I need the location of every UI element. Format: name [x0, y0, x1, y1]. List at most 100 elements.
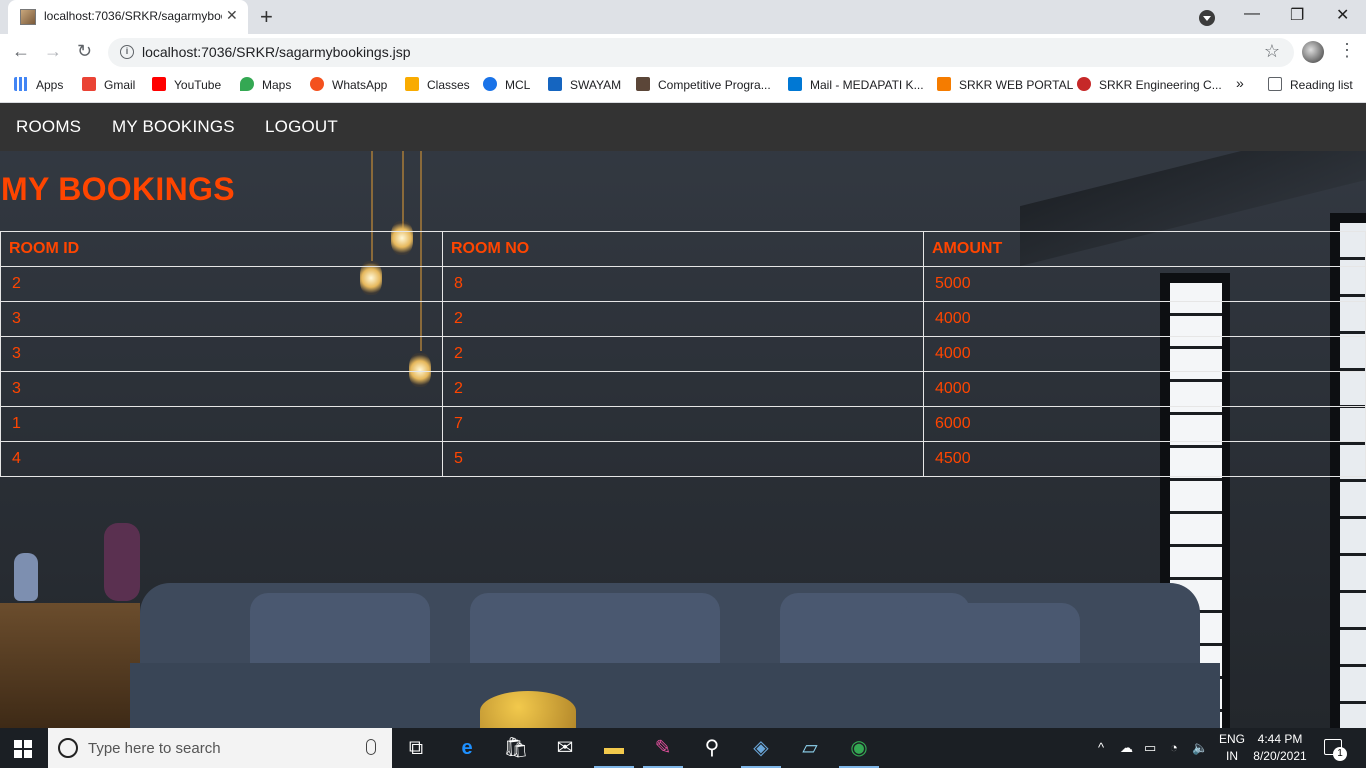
- bookmark-swayam[interactable]: SWAYAM: [548, 77, 621, 95]
- room-no-cell: 2: [442, 301, 924, 337]
- minimize-icon[interactable]: —: [1244, 5, 1260, 23]
- amount-cell: 4000: [923, 301, 1366, 337]
- forward-icon[interactable]: →: [44, 41, 62, 62]
- amount-cell: 4000: [923, 371, 1366, 407]
- table-header-row: ROOM ID ROOM NO AMOUNT: [0, 231, 1366, 267]
- reading-list-icon: [1268, 77, 1282, 91]
- browser-toolbar: ← → ↻ i localhost:7036/SRKR/sagarmybooki…: [0, 34, 1366, 70]
- bookmark-classes[interactable]: Classes: [405, 77, 470, 95]
- reading-list-button[interactable]: Reading list: [1268, 77, 1353, 95]
- bookmarks-bar: Apps Gmail YouTube Maps WhatsApp Classes…: [0, 70, 1366, 103]
- room-no-cell: 8: [442, 266, 924, 302]
- apps-grid-icon: [14, 77, 28, 91]
- gmail-icon: [82, 77, 96, 91]
- back-icon[interactable]: ←: [12, 41, 30, 62]
- column-header-room-id: ROOM ID: [0, 231, 443, 267]
- table-row: 3 2 4000: [0, 301, 1366, 337]
- bookmark-mcl[interactable]: MCL: [483, 77, 530, 95]
- taskbar-search-placeholder: Type here to search: [88, 740, 221, 757]
- bookmark-youtube[interactable]: YouTube: [152, 77, 221, 95]
- onedrive-icon[interactable]: ☁: [1120, 740, 1133, 756]
- store-icon[interactable]: 🛍: [502, 734, 530, 762]
- lang-code: ENG: [1218, 732, 1245, 746]
- system-clock[interactable]: 4:44 PM 8/20/2021: [1252, 731, 1308, 765]
- show-hidden-icons-icon[interactable]: ^: [1098, 740, 1104, 755]
- taskbar-search-box[interactable]: Type here to search: [48, 728, 392, 768]
- edge-icon[interactable]: e: [453, 734, 481, 762]
- bookings-table: ROOM ID ROOM NO AMOUNT 2 8 5000 3 2 4000…: [0, 231, 1366, 477]
- vase-decoration: [104, 523, 140, 601]
- paint-app-icon[interactable]: ✎: [643, 734, 683, 768]
- notes-app-icon[interactable]: ▱: [796, 734, 824, 762]
- vase-decoration: [14, 553, 38, 601]
- search-tool-icon[interactable]: ⚲: [698, 734, 726, 762]
- column-header-amount: AMOUNT: [923, 231, 1366, 267]
- windows-start-icon[interactable]: [14, 740, 32, 758]
- tab-search-icon[interactable]: [1199, 10, 1215, 26]
- cabinet-decoration: [0, 603, 140, 728]
- bookmark-mail[interactable]: Mail - MEDAPATI K...: [788, 77, 924, 95]
- bookmark-maps[interactable]: Maps: [240, 77, 291, 95]
- new-tab-button[interactable]: +: [260, 4, 273, 30]
- volume-icon[interactable]: 🔈: [1192, 740, 1208, 756]
- youtube-icon: [152, 77, 166, 91]
- srkr-college-icon: [1077, 77, 1091, 91]
- room-no-cell: 5: [442, 441, 924, 477]
- chrome-icon[interactable]: ◉: [839, 734, 879, 768]
- room-no-cell: 7: [442, 406, 924, 442]
- nav-logout-link[interactable]: LOGOUT: [265, 117, 338, 137]
- site-navbar: ROOMS MY BOOKINGS LOGOUT: [0, 103, 1366, 151]
- room-id-cell: 3: [0, 336, 443, 372]
- bookmarks-overflow-icon[interactable]: »: [1236, 75, 1244, 93]
- classroom-icon: [405, 77, 419, 91]
- url-text[interactable]: localhost:7036/SRKR/sagarmybookings.jsp: [142, 44, 410, 60]
- wifi-icon[interactable]: ◔: [1170, 740, 1178, 755]
- reload-icon[interactable]: ↻: [77, 41, 92, 62]
- nav-my-bookings-link[interactable]: MY BOOKINGS: [112, 117, 235, 137]
- whatsapp-icon: [310, 77, 324, 91]
- mysql-workbench-icon[interactable]: ◈: [741, 734, 781, 768]
- bookmark-competitive-programming[interactable]: Competitive Progra...: [636, 77, 771, 95]
- restore-icon[interactable]: ❐: [1290, 5, 1304, 25]
- room-id-cell: 3: [0, 301, 443, 337]
- lang-region: IN: [1226, 749, 1238, 763]
- site-info-icon[interactable]: i: [120, 45, 134, 59]
- table-row: 2 8 5000: [0, 266, 1366, 302]
- amount-cell: 5000: [923, 266, 1366, 302]
- microphone-icon[interactable]: [366, 739, 376, 755]
- close-window-icon[interactable]: ✕: [1336, 5, 1349, 25]
- menu-kebab-icon[interactable]: ⋮: [1338, 40, 1356, 61]
- room-id-cell: 1: [0, 406, 443, 442]
- nav-rooms-link[interactable]: ROOMS: [16, 117, 81, 137]
- tab-title: localhost:7036/SRKR/sagarmybookings.jsp: [44, 9, 222, 23]
- bookmark-whatsapp[interactable]: WhatsApp: [310, 77, 387, 95]
- amount-cell: 4500: [923, 441, 1366, 477]
- battery-icon[interactable]: ▭: [1144, 740, 1156, 756]
- bookmark-gmail[interactable]: Gmail: [82, 77, 135, 95]
- file-explorer-icon[interactable]: ▬: [594, 734, 634, 768]
- bookmark-star-icon[interactable]: ☆: [1264, 41, 1280, 62]
- amount-cell: 4000: [923, 336, 1366, 372]
- task-view-icon[interactable]: ⧉: [402, 734, 430, 762]
- tab-strip: localhost:7036/SRKR/sagarmybookings.jsp …: [0, 0, 1366, 34]
- windows-taskbar: Type here to search ⧉ e 🛍 ✉ ▬ ✎ ⚲ ◈ ▱ ◉ …: [0, 728, 1366, 768]
- bookmark-srkr-engineering[interactable]: SRKR Engineering C...: [1077, 77, 1222, 95]
- close-tab-icon[interactable]: ✕: [226, 7, 238, 24]
- bookmark-apps[interactable]: Apps: [14, 77, 63, 95]
- room-no-cell: 2: [442, 336, 924, 372]
- fruit-bowl-decoration: [480, 691, 576, 728]
- room-no-cell: 2: [442, 371, 924, 407]
- browser-tab[interactable]: localhost:7036/SRKR/sagarmybookings.jsp …: [8, 0, 248, 34]
- bookmark-srkr-web-portal[interactable]: SRKR WEB PORTAL: [937, 77, 1073, 95]
- swayam-icon: [548, 77, 562, 91]
- input-language-indicator[interactable]: ENG IN: [1216, 731, 1248, 765]
- room-id-cell: 4: [0, 441, 443, 477]
- table-row: 3 2 4000: [0, 336, 1366, 372]
- table-row: 1 7 6000: [0, 406, 1366, 442]
- mail-icon[interactable]: ✉: [551, 734, 579, 762]
- cortana-icon: [58, 738, 78, 758]
- mcl-icon: [483, 77, 497, 91]
- address-bar[interactable]: i localhost:7036/SRKR/sagarmybookings.js…: [108, 38, 1294, 67]
- table-row: 3 2 4000: [0, 371, 1366, 407]
- profile-avatar[interactable]: [1302, 41, 1324, 63]
